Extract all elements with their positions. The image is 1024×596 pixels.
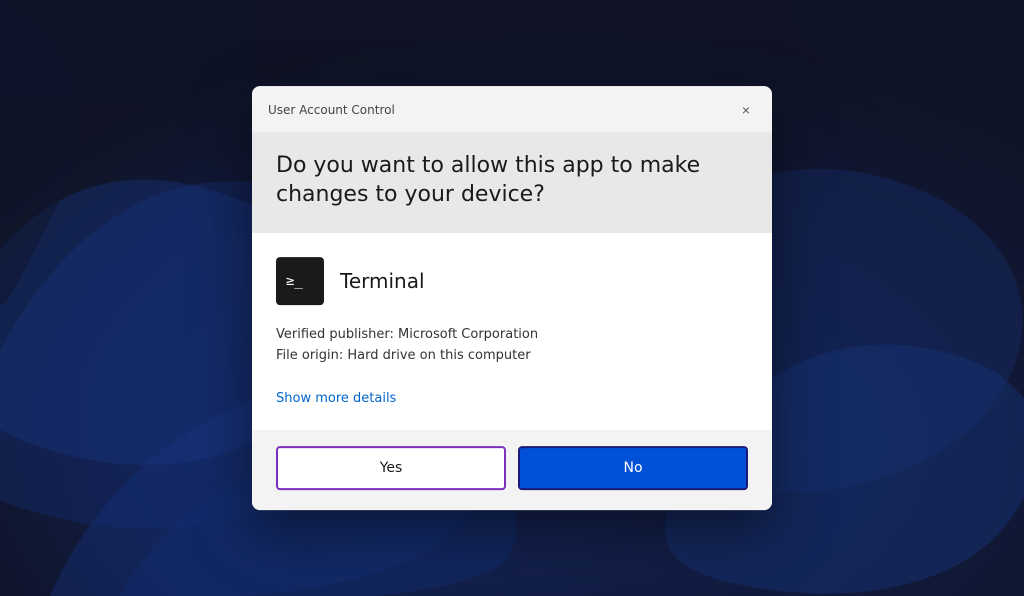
- dialog-header: Do you want to allow this app to make ch…: [252, 132, 772, 233]
- close-button[interactable]: ×: [732, 96, 760, 124]
- dialog-title: User Account Control: [268, 103, 395, 117]
- dialog-body: ≥_ Terminal Verified publisher: Microsof…: [252, 233, 772, 430]
- show-more-details-link[interactable]: Show more details: [276, 391, 396, 406]
- svg-text:≥_: ≥_: [286, 273, 303, 289]
- app-name-label: Terminal: [340, 269, 425, 293]
- terminal-svg-icon: ≥_: [280, 261, 320, 301]
- app-icon: ≥_: [276, 257, 324, 305]
- dialog-titlebar: User Account Control ×: [252, 86, 772, 132]
- yes-button[interactable]: Yes: [276, 446, 506, 490]
- file-origin-line: File origin: Hard drive on this computer: [276, 346, 748, 367]
- publisher-line1: Verified publisher: Microsoft Corporatio…: [276, 325, 748, 346]
- no-button[interactable]: No: [518, 446, 748, 490]
- app-info-row: ≥_ Terminal: [276, 257, 748, 305]
- uac-dialog: User Account Control × Do you want to al…: [252, 86, 772, 510]
- dialog-question: Do you want to allow this app to make ch…: [276, 152, 748, 209]
- publisher-info: Verified publisher: Microsoft Corporatio…: [276, 325, 748, 367]
- dialog-footer: Yes No: [252, 430, 772, 510]
